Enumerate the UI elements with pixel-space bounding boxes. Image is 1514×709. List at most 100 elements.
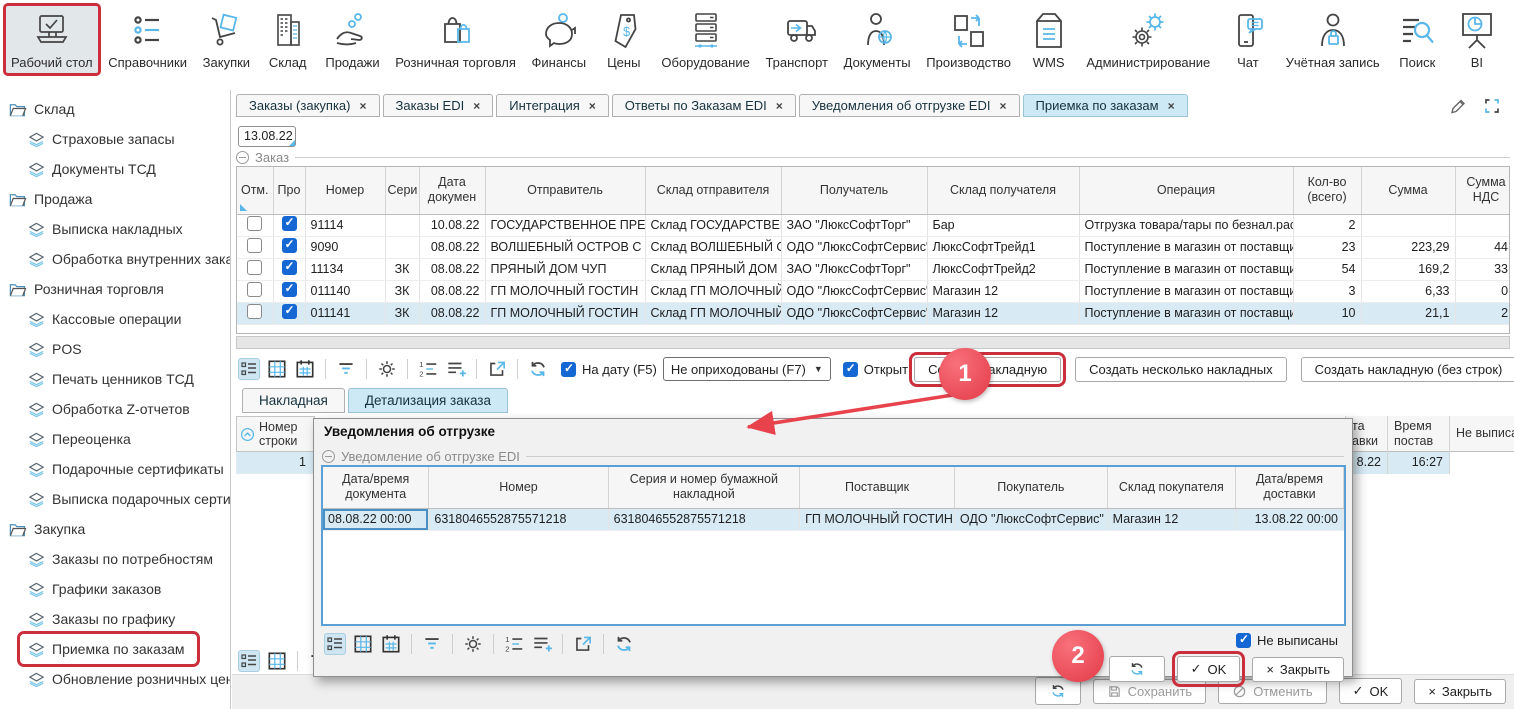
table-row[interactable]: 909008.08.22ВОЛШЕБНЫЙ ОСТРОВ ССклад ВОЛШ… [237,236,1510,258]
toolbar-item-search[interactable]: Поиск [1390,6,1444,73]
cell-date[interactable]: 08.08.22 [419,236,485,258]
refresh-icon[interactable] [613,633,635,655]
notification-cell[interactable]: 6318046552875571218 [608,508,799,530]
detail-cell[interactable]: 16:27 [1388,452,1449,474]
cell-receiver[interactable]: ОДО "ЛюксСофтСервис" [781,236,927,258]
cell-vat[interactable]: 44, [1455,236,1510,258]
cell-receiver[interactable]: ЗАО "ЛюксСофтТорг" [781,258,927,280]
notification-cell[interactable]: 6318046552875571218 [429,508,608,530]
save-button[interactable]: Сохранить [1093,679,1207,704]
cell-receiver[interactable]: ЗАО "ЛюксСофтТорг" [781,214,927,236]
sidebar-item[interactable]: Документы ТСД [20,154,168,184]
column-header[interactable]: Про [273,167,305,214]
cell-operation[interactable]: Поступление в магазин от поставщи [1079,258,1293,280]
posted-checkbox[interactable] [282,282,297,297]
toolbar-item-references[interactable]: Справочники [103,6,192,73]
cell-number[interactable]: 91114 [305,214,385,236]
cell-receiver[interactable]: ОДО "ЛюксСофтСервис" [781,280,927,302]
cell-receiver_wh[interactable]: Бар [927,214,1079,236]
cell-number[interactable]: 11134 [305,258,385,280]
posted-checkbox[interactable] [282,216,297,231]
cell-series[interactable] [385,236,419,258]
column-header[interactable]: Склад получателя [927,167,1079,214]
toolbar-item-finance[interactable]: Финансы [527,6,592,73]
tab[interactable]: Ответы по Заказам EDI × [612,94,796,117]
notification-cell[interactable]: Магазин 12 [1107,508,1235,530]
column-header[interactable]: Склад отправителя [645,167,781,214]
dialog-close-button[interactable]: ×Закрыть [1252,657,1344,682]
toolbar-item-desktop[interactable]: Рабочий стол [6,6,98,73]
tab-close-icon[interactable]: × [589,99,596,113]
listview-icon[interactable] [324,633,346,655]
cell-qty[interactable]: 54 [1293,258,1361,280]
cell-receiver_wh[interactable]: ЛюксСофтТрейд1 [927,236,1079,258]
export-icon[interactable] [486,358,508,380]
numlist-icon[interactable]: 12 [503,633,525,655]
cell-series[interactable]: ЗК [385,302,419,324]
cancel-button[interactable]: Отменить [1218,679,1326,704]
grid-icon[interactable] [266,650,288,672]
cell-vat[interactable]: 2, [1455,302,1510,324]
toolbar-item-purchases[interactable]: Закупки [198,6,255,73]
sidebar-item[interactable]: Печать ценников ТСД [20,364,206,394]
cell-sender_wh[interactable]: Склад ГОСУДАРСТВЕННО [645,214,781,236]
column-header[interactable]: Операция [1079,167,1293,214]
notification-cell[interactable]: 13.08.22 00:00 [1235,508,1343,530]
date-filter-field[interactable]: 13.08.22 [238,126,296,147]
sidebar-item[interactable]: Страховые запасы [20,124,187,154]
cell-sum[interactable]: 21,1 [1361,302,1455,324]
addlist-icon[interactable] [531,633,553,655]
sidebar-item[interactable]: Заказы по графику [20,604,187,634]
sidebar-item[interactable]: POS [20,334,94,364]
cell-sum[interactable]: 6,33 [1361,280,1455,302]
cell-sender_wh[interactable]: Склад ГП МОЛОЧНЫЙ Г [645,280,781,302]
cell-sender_wh[interactable]: Склад ПРЯНЫЙ ДОМ ЧУ [645,258,781,280]
column-header[interactable]: Сери [385,167,419,214]
cell-receiver[interactable]: ОДО "ЛюксСофтСервис" [781,302,927,324]
toolbar-item-sales[interactable]: Продажи [320,6,384,73]
toolbar-item-equipment[interactable]: Оборудование [656,6,754,73]
export-icon[interactable] [572,633,594,655]
create-multiple-invoices-button[interactable]: Создать несколько накладных [1075,357,1286,382]
column-header[interactable]: Дата/время доставки [1235,467,1343,508]
collapse-icon[interactable] [236,151,249,164]
close-button[interactable]: ×Закрыть [1414,679,1506,704]
cell-sum[interactable]: 223,29 [1361,236,1455,258]
tab[interactable]: Уведомления об отгрузке EDI × [799,94,1020,117]
toolbar-item-production[interactable]: Производство [921,6,1016,73]
cell-date[interactable]: 10.08.22 [419,214,485,236]
column-header[interactable]: Номер [305,167,385,214]
numlist-icon[interactable]: 12 [417,358,439,380]
column-header[interactable]: Сумма НДС [1455,167,1510,214]
cell-series[interactable]: ЗК [385,258,419,280]
sidebar-item[interactable]: Обработка Z-отчетов [20,394,202,424]
sidebar-item[interactable]: Выписка накладных [20,214,195,244]
sidebar-item[interactable]: Кассовые операции [20,304,193,334]
cell-vat[interactable]: 33, [1455,258,1510,280]
dialog-refresh-button[interactable] [1109,656,1165,682]
column-header[interactable]: Отправитель [485,167,645,214]
tab-invoice[interactable]: Накладная [242,388,345,413]
notification-cell[interactable]: 08.08.22 00:00 [323,508,429,530]
table-row[interactable]: 011140ЗК08.08.22ГП МОЛОЧНЫЙ ГОСТИНСклад … [237,280,1510,302]
notification-cell[interactable]: ГП МОЛОЧНЫЙ ГОСТИН [800,508,955,530]
toolbar-item-bi[interactable]: BI [1450,6,1504,73]
sidebar-item[interactable]: Обновление розничных цен [20,664,231,694]
create-invoice-no-rows-button[interactable]: Создать накладную (без строк) [1301,357,1514,382]
toolbar-item-retail[interactable]: Розничная торговля [390,6,521,73]
sidebar-item[interactable]: Продажа [0,184,104,214]
collapse-icon[interactable] [322,450,335,463]
orders-hscrollbar[interactable] [236,336,1510,349]
sidebar-item[interactable]: Переоценка [20,424,143,454]
cell-sender[interactable]: ПРЯНЫЙ ДОМ ЧУП [485,258,645,280]
toolbar-item-administration[interactable]: Администрирование [1081,6,1215,73]
edit-pencil-icon[interactable] [1448,96,1468,116]
cell-sender[interactable]: ВОЛШЕБНЫЙ ОСТРОВ С [485,236,645,258]
sidebar-item[interactable]: Приемка по заказам [20,634,197,664]
toolbar-item-documents[interactable]: Документы [839,6,916,73]
cell-qty[interactable]: 23 [1293,236,1361,258]
cell-qty[interactable]: 3 [1293,280,1361,302]
tab-close-icon[interactable]: × [999,99,1006,113]
tab-order-detail[interactable]: Детализация заказа [348,388,508,413]
cell-qty[interactable]: 2 [1293,214,1361,236]
